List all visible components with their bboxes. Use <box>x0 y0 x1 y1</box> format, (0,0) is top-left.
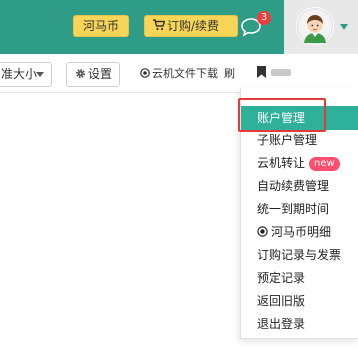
user-menu-trigger[interactable] <box>284 0 358 54</box>
message-count-badge: 3 <box>257 11 271 25</box>
avatar <box>296 7 334 45</box>
chevron-down-icon <box>340 24 348 30</box>
gear-icon <box>76 69 85 78</box>
download-circle-icon <box>140 68 150 78</box>
download-link-label: 云机文件下载 <box>152 67 218 80</box>
menu-item-reservations[interactable]: 预定记录 <box>257 268 305 288</box>
highlight-annotation-box <box>238 98 326 132</box>
size-dropdown-label: 准大小 <box>1 67 38 81</box>
order-button-label: 订购/续费 <box>167 19 220 33</box>
menu-item-old-version[interactable]: 返回旧版 <box>257 291 305 311</box>
refresh-link-partial[interactable]: 刷 <box>224 67 238 81</box>
menu-item-logout[interactable]: 退出登录 <box>257 314 305 334</box>
cloud-file-download-link[interactable]: 云机文件下载 <box>140 67 218 81</box>
message-button[interactable]: 3 <box>240 11 271 41</box>
bookmark-icon <box>257 66 266 78</box>
settings-label: 设置 <box>88 67 113 81</box>
size-dropdown[interactable]: 准大小 <box>0 62 52 87</box>
top-header: 河马币 订购/续费 3 <box>0 0 358 54</box>
menu-item-coin-details[interactable]: 河马币明细 <box>257 222 331 242</box>
menu-item-sub-accounts[interactable]: 子账户管理 <box>257 130 317 150</box>
menu-item-auto-renew[interactable]: 自动续费管理 <box>257 176 329 196</box>
blurred-username <box>271 69 291 76</box>
menu-item-transfer-label: 云机转让 <box>257 156 306 170</box>
refresh-label: 刷 <box>224 67 235 80</box>
coin-details-label: 河马币明细 <box>271 225 332 239</box>
settings-button[interactable]: 设置 <box>66 62 120 87</box>
new-badge: new <box>309 157 340 171</box>
menu-item-orders-invoices[interactable]: 订购记录与发票 <box>257 245 341 265</box>
coin-button[interactable]: 河马币 <box>73 15 129 37</box>
toolbar-divider <box>0 92 240 93</box>
coin-circle-icon <box>257 226 268 237</box>
menu-item-unify-expiry[interactable]: 统一到期时间 <box>257 199 329 219</box>
caret-down-icon <box>36 72 44 77</box>
cart-icon <box>153 19 165 31</box>
order-renew-button[interactable]: 订购/续费 <box>144 15 238 37</box>
menu-item-transfer[interactable]: 云机转让 new <box>257 153 340 173</box>
